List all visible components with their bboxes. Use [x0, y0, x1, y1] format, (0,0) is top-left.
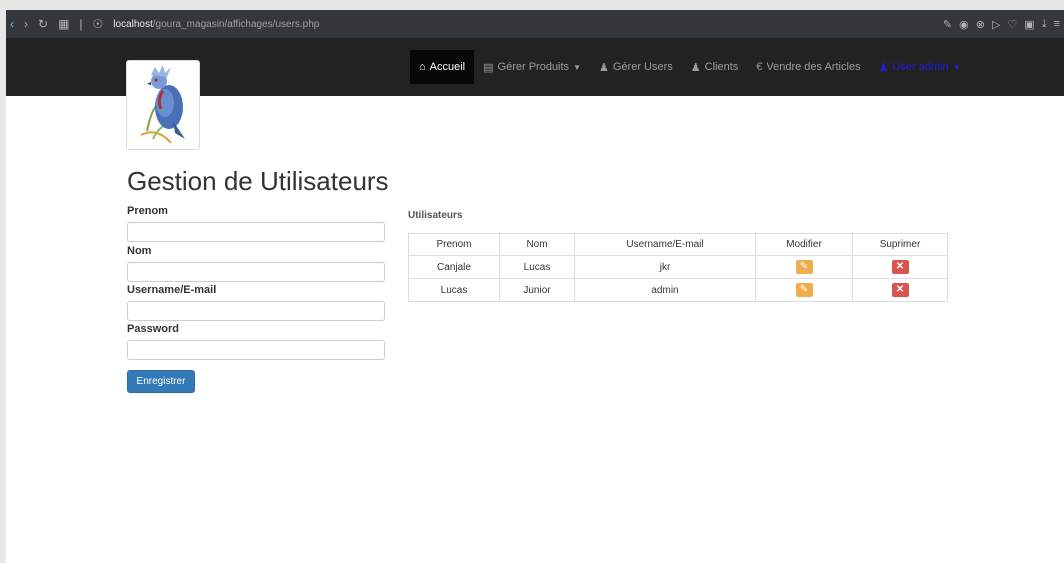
cell-suprimer: ✕	[852, 255, 948, 279]
page: ⌂ Accueil ▤ Gérer Produits ▼ ♟ Gérer Use…	[6, 38, 1064, 563]
browser-toolbar: ‹ › ↻ ▦ | ☉ localhost/goura_magasin/affi…	[6, 10, 1064, 38]
close-icon: ✕	[895, 261, 905, 272]
download-icon[interactable]: ⤓	[1042, 18, 1047, 31]
heart-icon[interactable]: ♡	[1007, 18, 1017, 31]
delete-button[interactable]: ✕	[891, 283, 909, 297]
col-header-suprimer: Suprimer	[852, 233, 948, 256]
nav-item-label: Clients	[704, 61, 739, 73]
cell-nom: Lucas	[499, 255, 575, 279]
reload-icon[interactable]: ↻	[38, 17, 48, 31]
url-host: localhost	[113, 18, 153, 30]
caret-down-icon: ▼	[573, 62, 581, 72]
menu-icon[interactable]: ≡	[1054, 18, 1060, 30]
save-button[interactable]: Enregistrer	[127, 370, 195, 393]
col-header-username: Username/E-mail	[574, 233, 756, 256]
prenom-label: Prenom	[127, 205, 168, 217]
cell-modifier: ✎	[755, 255, 853, 279]
box-icon[interactable]: ▣	[1024, 18, 1034, 31]
user-icon: ♟	[690, 61, 701, 74]
play-icon[interactable]: ▷	[992, 18, 1000, 31]
nav-item-gerer-users[interactable]: ♟ Gérer Users	[590, 50, 682, 84]
home-icon: ⌂	[419, 61, 426, 73]
edit-button[interactable]: ✎	[795, 283, 813, 297]
nav-item-gerer-produits[interactable]: ▤ Gérer Produits ▼	[474, 50, 590, 84]
edit-icon[interactable]: ✎	[943, 18, 952, 31]
globe-icon: ☉	[92, 17, 104, 31]
user-icon: ♟	[598, 61, 609, 74]
camera-icon[interactable]: ◉	[959, 18, 969, 31]
nom-label: Nom	[127, 245, 152, 257]
username-label: Username/E-mail	[127, 284, 217, 296]
nav-item-accueil[interactable]: ⌂ Accueil	[410, 50, 475, 84]
table-row: Canjale Lucas jkr ✎ ✕	[408, 255, 948, 279]
nav-item-vendre-articles[interactable]: € Vendre des Articles	[747, 50, 869, 84]
nom-input[interactable]	[127, 262, 385, 282]
address-bar[interactable]: localhost/goura_magasin/affichages/users…	[113, 19, 319, 30]
delete-button[interactable]: ✕	[891, 260, 909, 274]
nav-item-label: Vendre des Articles	[766, 61, 861, 73]
url-path: /goura_magasin/affichages/users.php	[152, 18, 320, 30]
separator-icon: |	[79, 17, 83, 31]
password-label: Password	[127, 323, 179, 335]
cell-modifier: ✎	[755, 278, 853, 302]
bird-logo-icon	[140, 65, 185, 144]
nav-item-user-menu[interactable]: ♟ User admin ▼	[870, 50, 970, 84]
cell-prenom: Lucas	[408, 278, 500, 302]
back-icon[interactable]: ‹	[10, 17, 14, 31]
cell-prenom: Canjale	[408, 255, 500, 279]
euro-icon: €	[756, 61, 763, 73]
edit-button[interactable]: ✎	[795, 260, 813, 274]
main-nav: ⌂ Accueil ▤ Gérer Produits ▼ ♟ Gérer Use…	[410, 50, 970, 84]
nav-item-clients[interactable]: ♟ Clients	[682, 50, 748, 84]
pencil-icon: ✎	[799, 261, 809, 272]
nav-item-label: Accueil	[429, 61, 466, 73]
page-title: Gestion de Utilisateurs	[127, 166, 389, 196]
table-row: Lucas Junior admin ✎ ✕	[408, 278, 948, 302]
col-header-prenom: Prenom	[408, 233, 500, 256]
users-table: Prenom Nom Username/E-mail Modifier Supr…	[408, 233, 948, 302]
password-input[interactable]	[127, 340, 385, 360]
cell-suprimer: ✕	[852, 278, 948, 302]
grid-icon[interactable]: ▦	[58, 17, 69, 31]
caret-down-icon: ▼	[952, 62, 961, 72]
forward-icon[interactable]: ›	[24, 17, 28, 31]
cell-nom: Junior	[499, 278, 575, 302]
username-input[interactable]	[127, 301, 385, 321]
table-header-row: Prenom Nom Username/E-mail Modifier Supr…	[408, 233, 948, 256]
col-header-nom: Nom	[499, 233, 575, 256]
user-icon: ♟	[878, 61, 889, 74]
cell-username: jkr	[574, 255, 756, 279]
pencil-icon: ✎	[799, 284, 809, 295]
user-menu-label: User admin	[892, 61, 949, 73]
logo[interactable]	[126, 60, 200, 150]
nav-item-label: Gérer Produits	[497, 61, 570, 73]
close-icon: ✕	[895, 284, 905, 295]
users-table-title: Utilisateurs	[408, 210, 463, 221]
nav-item-label: Gérer Users	[612, 61, 673, 73]
list-icon: ▤	[483, 61, 494, 74]
col-header-modifier: Modifier	[755, 233, 853, 256]
close-circle-icon[interactable]: ⊗	[976, 18, 985, 31]
cell-username: admin	[574, 278, 756, 302]
prenom-input[interactable]	[127, 222, 385, 242]
